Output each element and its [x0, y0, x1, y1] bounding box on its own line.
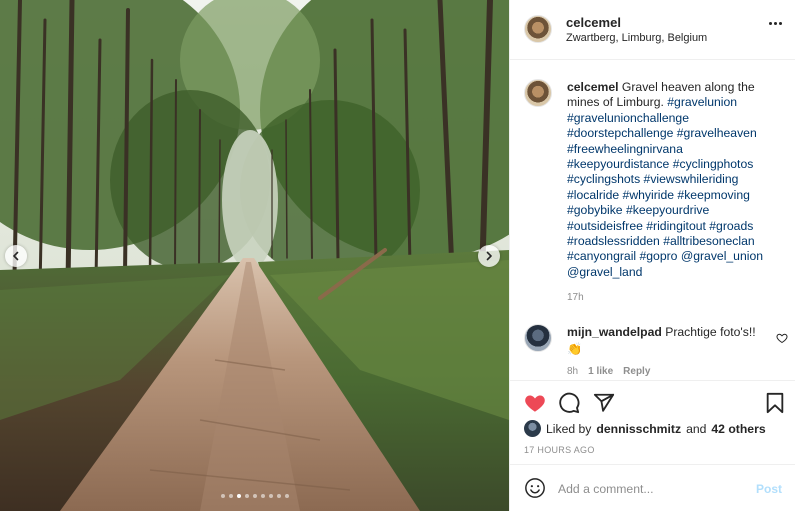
chevron-left-icon — [13, 251, 19, 261]
avatar[interactable] — [524, 15, 552, 43]
post-timestamp[interactable]: 17 HOURS AGO — [524, 445, 595, 455]
forest-gravel-road-image — [0, 0, 509, 511]
comment-input[interactable] — [558, 479, 748, 499]
carousel-dot — [236, 494, 241, 498]
add-comment-bar: Post — [510, 464, 795, 511]
post-author-username[interactable]: celcemel — [566, 15, 621, 30]
caption: celcemel Gravel heaven along the mines o… — [567, 80, 782, 280]
comment-text: mijn_wandelpad Prachtige foto's!! 👏 — [567, 325, 767, 357]
post-header: celcemel Zwartberg, Limburg, Belgium — [510, 0, 795, 60]
share-icon[interactable] — [593, 392, 615, 414]
comment-time[interactable]: 8h — [567, 366, 578, 377]
caption-hashtags[interactable]: #gravelunion #gravelunionchallenge #door… — [567, 95, 763, 278]
liked-by-summary: Liked by dennisschmitz and 42 others — [524, 420, 766, 437]
carousel-dot — [228, 494, 233, 498]
post-details-panel: celcemel Zwartberg, Limburg, Belgium cel… — [509, 0, 795, 511]
carousel-dot — [220, 494, 225, 498]
carousel-dot — [260, 494, 265, 498]
avatar[interactable] — [524, 79, 552, 107]
comment-likes[interactable]: 1 like — [588, 366, 613, 377]
comment-reply-button[interactable]: Reply — [623, 366, 650, 377]
caption-username[interactable]: celcemel — [567, 80, 619, 94]
carousel-dot — [252, 494, 257, 498]
avatar[interactable] — [524, 420, 541, 437]
carousel-next-button[interactable] — [478, 245, 500, 267]
carousel-indicator — [0, 494, 509, 498]
avatar[interactable] — [524, 324, 552, 352]
comment-body: Prachtige foto's!! — [665, 325, 756, 339]
comment-icon[interactable] — [558, 392, 580, 414]
comment-heart-icon[interactable] — [776, 332, 788, 344]
more-horizontal-icon — [769, 22, 772, 25]
caption-time[interactable]: 17h — [567, 292, 584, 303]
liked-by-prefix: Liked by — [546, 421, 592, 436]
carousel-dot — [244, 494, 249, 498]
emoji-smiley-icon[interactable] — [524, 477, 546, 499]
post-photo[interactable] — [0, 0, 509, 511]
comment-meta: 8h 1 like Reply — [567, 366, 650, 377]
bookmark-icon[interactable] — [765, 392, 785, 414]
post-actions: Liked by dennisschmitz and 42 others 17 … — [510, 380, 795, 464]
liked-by-user[interactable]: dennisschmitz — [596, 422, 681, 436]
liked-by-others[interactable]: 42 others — [711, 422, 765, 436]
comment-username[interactable]: mijn_wandelpad — [567, 325, 662, 339]
carousel-dot — [276, 494, 281, 498]
chevron-right-icon — [486, 251, 492, 261]
heart-filled-icon[interactable] — [524, 392, 546, 414]
carousel-dot — [284, 494, 289, 498]
post-location[interactable]: Zwartberg, Limburg, Belgium — [566, 32, 707, 44]
carousel-dot — [268, 494, 273, 498]
post-comment-button[interactable]: Post — [756, 482, 782, 496]
carousel-prev-button[interactable] — [5, 245, 27, 267]
more-options-button[interactable] — [769, 22, 782, 25]
liked-by-and: and — [686, 421, 707, 436]
clapping-emoji: 👏 — [567, 342, 583, 356]
